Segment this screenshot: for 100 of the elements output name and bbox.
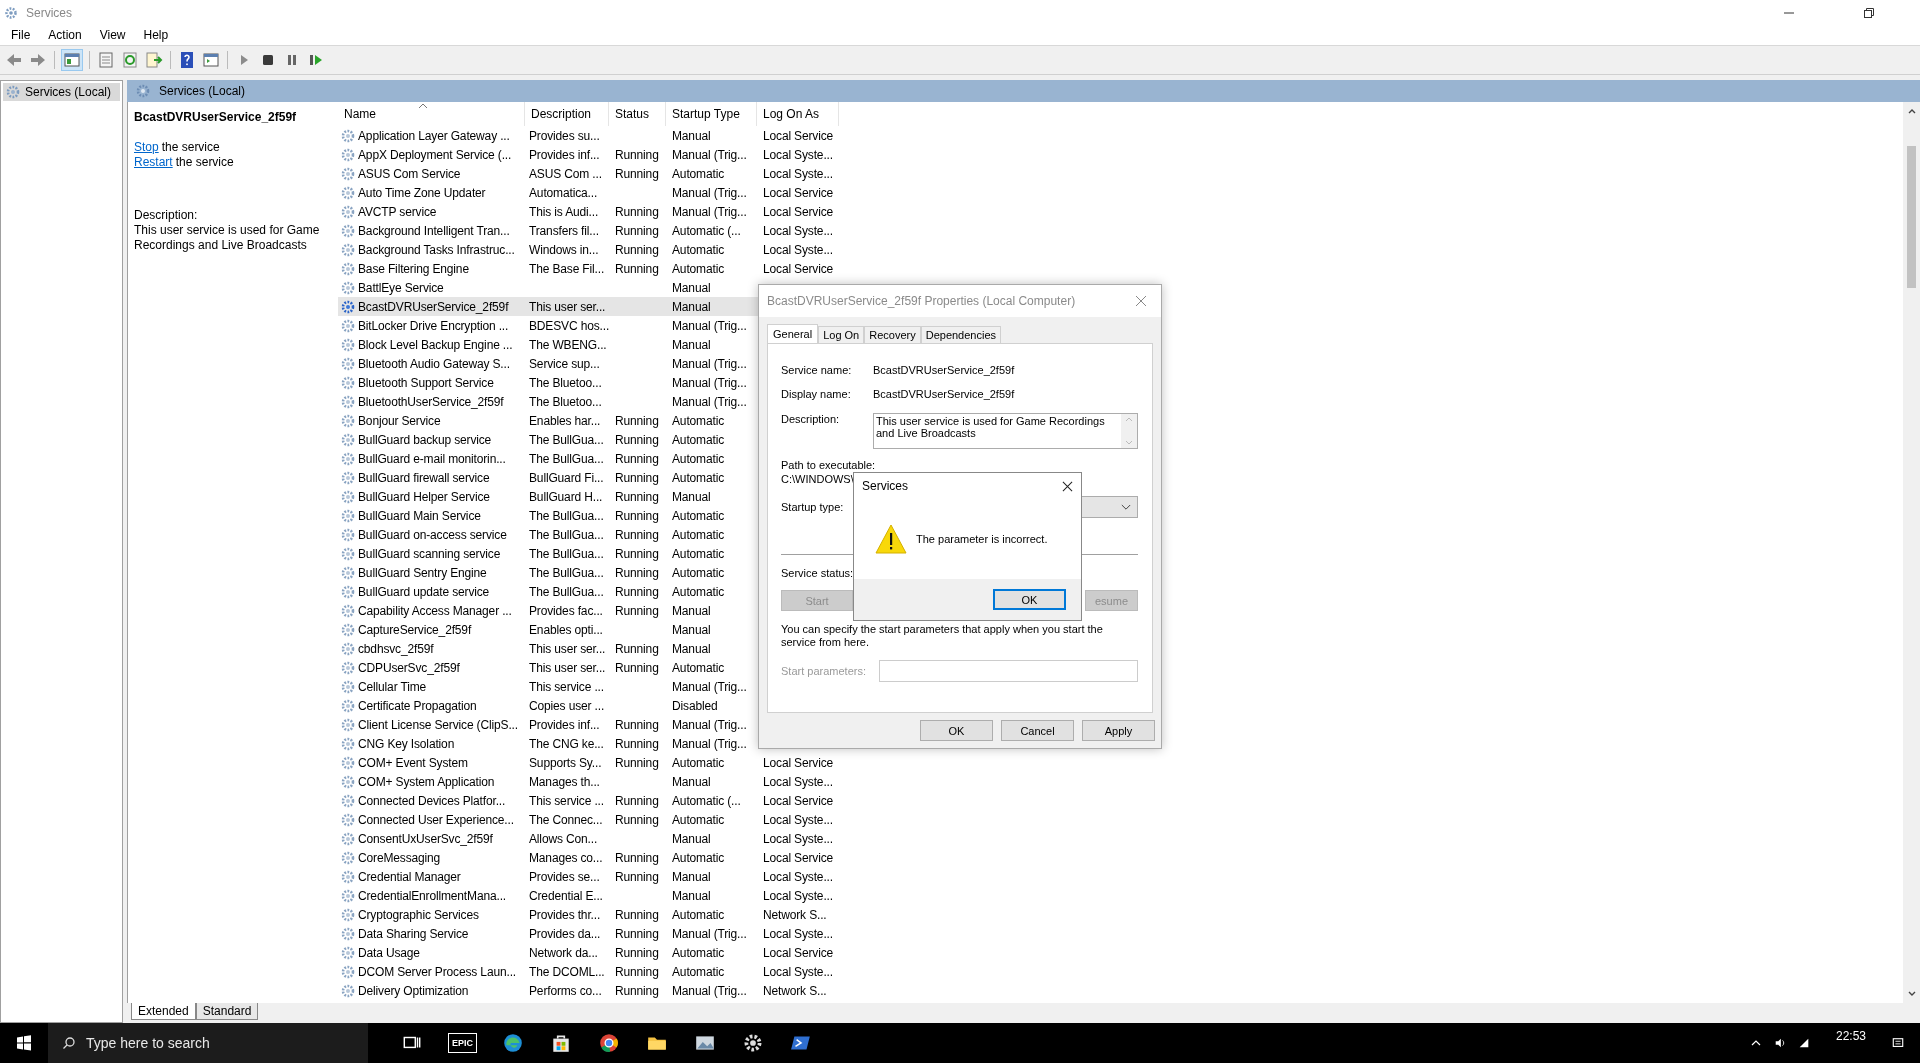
- table-row[interactable]: Certificate Propagation Copies user ... Disabled: [338, 696, 841, 715]
- action-text: the service: [161, 140, 220, 155]
- dialog-tab[interactable]: Dependencies: [920, 326, 1002, 343]
- table-row[interactable]: DCOM Server Process Laun... The DCOML... Running Automatic Local Syste...: [338, 962, 841, 981]
- table-row[interactable]: COM+ System Application Manages th... Manual Local Syste...: [338, 772, 841, 791]
- gears-icon: [340, 811, 356, 828]
- table-cell: Bonjour Service: [358, 413, 441, 428]
- column-header[interactable]: Description: [525, 102, 609, 126]
- table-cell: This is Audi...: [529, 204, 599, 219]
- table-cell: BullGuard Sentry Engine: [358, 565, 487, 580]
- wifi-icon[interactable]: [1797, 1037, 1810, 1049]
- table-row[interactable]: Client License Service (ClipS... Provides inf... Running Manual (Trig...: [338, 715, 841, 734]
- tree-item[interactable]: Services (Local): [3, 83, 120, 101]
- table-row[interactable]: BullGuard backup service The BullGua... Running Automatic: [338, 430, 841, 449]
- action-pane-icon[interactable]: [201, 50, 221, 70]
- refresh-icon[interactable]: [120, 50, 140, 70]
- table-cell: Manual (Trig...: [672, 375, 747, 390]
- table-row[interactable]: BullGuard on-access service The BullGua... Running Automatic: [338, 525, 841, 544]
- table-cell: Local Syste...: [763, 888, 833, 903]
- table-row[interactable]: Delivery Optimization Performs co... Running Manual (Trig... Network S...: [338, 981, 841, 1000]
- dialog-tab[interactable]: Recovery: [864, 326, 921, 343]
- table-row[interactable]: AppX Deployment Service (... Provides inf... Running Manual (Trig... Local Syste...: [338, 145, 841, 164]
- field-label: Service name:: [781, 364, 853, 376]
- table-cell: Bluetooth Support Service: [358, 375, 494, 390]
- menu-item[interactable]: File: [2, 28, 40, 42]
- table-row[interactable]: Data Sharing Service Provides da... Running Manual (Trig... Local Syste...: [338, 924, 841, 943]
- table-cell: COM+ System Application: [358, 774, 495, 789]
- console-tree-icon[interactable]: [61, 49, 83, 71]
- gears-icon: [340, 393, 356, 410]
- scrollbar[interactable]: [1903, 102, 1920, 1003]
- column-header[interactable]: Startup Type: [666, 102, 757, 126]
- table-row[interactable]: CredentialEnrollmentMana... Credential E... Manual Local Syste...: [338, 886, 841, 905]
- table-cell: BluetoothUserService_2f59f: [358, 394, 504, 409]
- table-row[interactable]: Data Usage Network da... Running Automatic Local Service: [338, 943, 841, 962]
- table-row[interactable]: Auto Time Zone Updater Automatica... Manual (Trig... Local Service: [338, 183, 841, 202]
- table-cell: Local Syste...: [763, 831, 833, 846]
- column-header[interactable]: Name: [338, 102, 525, 126]
- service-action-link[interactable]: Stop: [134, 140, 159, 155]
- table-cell: Running: [615, 603, 659, 618]
- dialog-tab[interactable]: General: [767, 324, 819, 343]
- table-row[interactable]: Connected Devices Platfor... This service ... Running Automatic (... Local Service: [338, 791, 841, 810]
- menu-item[interactable]: View: [90, 28, 135, 42]
- menu-item[interactable]: Help: [134, 28, 178, 42]
- table-row[interactable]: BattlEye Service Manual: [338, 278, 841, 297]
- clock-time[interactable]: 22:53: [1835, 1029, 1866, 1043]
- window-title: Services: [26, 5, 72, 20]
- field-label: Service status:: [781, 567, 855, 581]
- dialog-button[interactable]: OK: [920, 720, 993, 741]
- notifications-icon[interactable]: [1892, 1037, 1904, 1049]
- table-row[interactable]: Application Layer Gateway ... Provides su... Manual Local Service: [338, 126, 841, 145]
- table-cell: This user ser...: [529, 660, 606, 675]
- table-row[interactable]: BullGuard scanning service The BullGua... Running Automatic: [338, 544, 841, 563]
- dialog-tab[interactable]: Log On: [818, 326, 865, 343]
- table-cell: The WBENG...: [529, 337, 607, 352]
- table-row[interactable]: Credential Manager Provides se... Running Manual Local Syste...: [338, 867, 841, 886]
- table-cell: Running: [615, 508, 659, 523]
- table-cell: Provides fac...: [529, 603, 603, 618]
- menu-item[interactable]: Action: [39, 28, 91, 42]
- gears-icon: [340, 735, 356, 752]
- scroll-thumb[interactable]: [1907, 146, 1916, 288]
- view-tab[interactable]: Extended: [131, 1003, 196, 1020]
- table-row[interactable]: Connected User Experience... The Connec... Running Automatic Local Syste...: [338, 810, 841, 829]
- table-row[interactable]: CoreMessaging Manages co... Running Automatic Local Service: [338, 848, 841, 867]
- table-row[interactable]: AVCTP service This is Audi... Running Manual (Trig... Local Service: [338, 202, 841, 221]
- close-icon[interactable]: [1062, 480, 1073, 492]
- view-tab[interactable]: Standard: [195, 1003, 259, 1020]
- table-cell: Local Service: [763, 850, 834, 865]
- table-cell: Running: [615, 812, 659, 827]
- table-cell: Running: [615, 964, 659, 979]
- table-row[interactable]: Cryptographic Services Provides thr... Running Automatic Network S...: [338, 905, 841, 924]
- dialog-button[interactable]: Cancel: [1001, 720, 1074, 741]
- table-row[interactable]: CNG Key Isolation The CNG ke... Running Manual (Trig...: [338, 734, 841, 753]
- table-cell: This service ...: [529, 793, 604, 808]
- dialog-button[interactable]: Apply: [1082, 720, 1155, 741]
- table-row[interactable]: Background Tasks Infrastruc... Windows in... Running Automatic Local Syste...: [338, 240, 841, 259]
- table-row[interactable]: COM+ Event System Supports Sy... Running Automatic Local Service: [338, 753, 841, 772]
- gears-icon: [340, 431, 356, 448]
- column-header[interactable]: Status: [609, 102, 666, 126]
- chevron-down-icon: [1121, 503, 1131, 511]
- ok-button[interactable]: OK: [993, 589, 1066, 610]
- gears-icon: [340, 279, 356, 296]
- table-cell: Manual: [672, 888, 711, 903]
- table-row[interactable]: ASUS Com Service ASUS Com ... Running Automatic Local Syste...: [338, 164, 841, 183]
- table-cell: The Bluetoo...: [529, 394, 602, 409]
- column-header[interactable]: Log On As: [757, 102, 839, 126]
- table-row[interactable]: Background Intelligent Tran... Transfers fil... Running Automatic (... Local Syste...: [338, 221, 841, 240]
- table-cell: Data Sharing Service: [358, 926, 469, 941]
- table-cell: Running: [615, 546, 659, 561]
- taskbar-app[interactable]: EPIC: [448, 1033, 477, 1053]
- speaker-icon[interactable]: [1773, 1037, 1786, 1049]
- table-cell: Auto Time Zone Updater: [358, 185, 486, 200]
- table-cell: CDPUserSvc_2f59f: [358, 660, 460, 675]
- service-action-link[interactable]: Restart: [134, 155, 173, 170]
- table-cell: Background Intelligent Tran...: [358, 223, 510, 238]
- search-field[interactable]: Type here to search: [48, 1023, 368, 1063]
- table-row[interactable]: Cellular Time This service ... Manual (Trig...: [338, 677, 841, 696]
- table-row[interactable]: ConsentUxUserSvc_2f59f Allows Con... Manual Local Syste...: [338, 829, 841, 848]
- description-text: This user service is used for Game Recordings and Live Broadcasts: [134, 223, 321, 253]
- export-list-icon[interactable]: [144, 50, 164, 70]
- table-row[interactable]: Base Filtering Engine The Base Fil... Running Automatic Local Service: [338, 259, 841, 278]
